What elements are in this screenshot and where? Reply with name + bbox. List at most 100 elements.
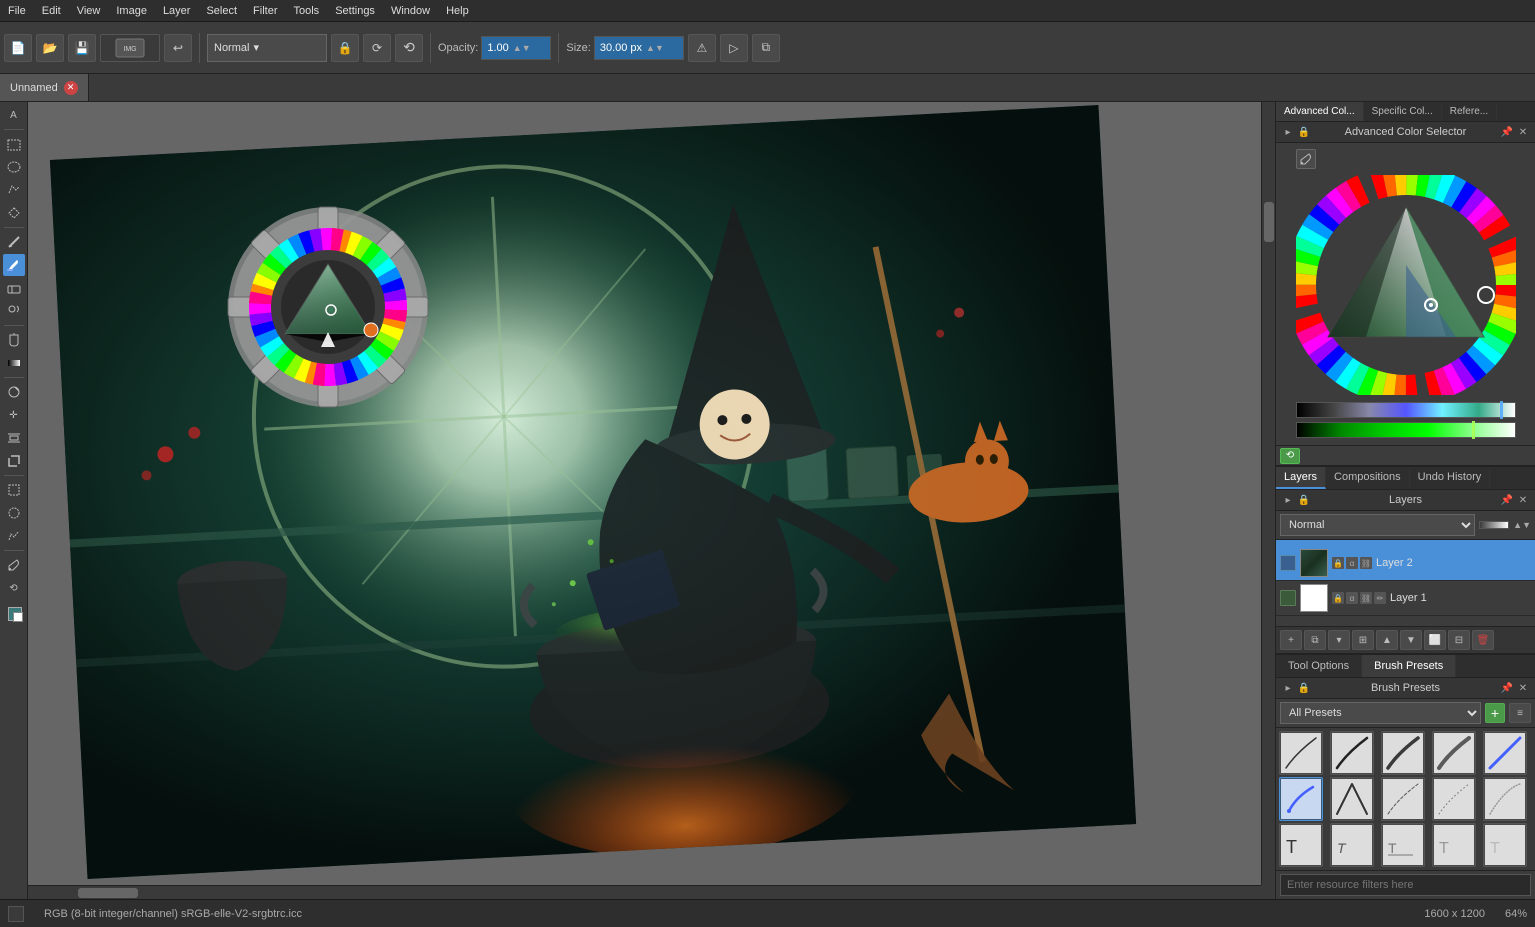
- tool-rect-select[interactable]: [3, 133, 25, 155]
- brush-item-6[interactable]: [1279, 777, 1323, 821]
- brush-item-8[interactable]: [1381, 777, 1425, 821]
- blend-mode-dropdown[interactable]: Normal ▾: [207, 34, 327, 62]
- menu-edit[interactable]: Edit: [34, 3, 69, 19]
- size-input[interactable]: 30.00 px ▲▼: [594, 36, 684, 60]
- export-button[interactable]: IMG: [100, 34, 160, 62]
- menu-help[interactable]: Help: [438, 3, 477, 19]
- tool-ellipse-select3[interactable]: [3, 502, 25, 524]
- tool-eyedropper[interactable]: [3, 554, 25, 576]
- menu-image[interactable]: Image: [108, 3, 155, 19]
- color-refresh-button[interactable]: ⟲: [1280, 448, 1300, 464]
- brush-panel-lock[interactable]: 🔒: [1296, 680, 1312, 696]
- tab-compositions[interactable]: Compositions: [1326, 467, 1410, 489]
- tool-rect-select3[interactable]: [3, 479, 25, 501]
- color-wheel-widget[interactable]: [1296, 175, 1516, 395]
- color-green-bar[interactable]: [1296, 422, 1516, 438]
- brush-item-1[interactable]: [1279, 731, 1323, 775]
- tool-ellipse-select[interactable]: [3, 156, 25, 178]
- opacity-input[interactable]: 1.00 ▲▼: [481, 36, 551, 60]
- brush-item-9[interactable]: [1432, 777, 1476, 821]
- horizontal-scrollbar[interactable]: [28, 885, 1261, 899]
- tab-advanced-color[interactable]: Advanced Col...: [1276, 102, 1364, 121]
- tool-align[interactable]: [3, 427, 25, 449]
- merge-layers-button[interactable]: ⊞: [1352, 630, 1374, 650]
- layer-visibility-icon[interactable]: [1280, 555, 1296, 571]
- layer-1-alpha-icon[interactable]: α: [1346, 592, 1358, 604]
- layers-opacity-slider[interactable]: [1479, 521, 1509, 529]
- brush-panel-close[interactable]: ✕: [1515, 680, 1531, 696]
- move-layer-down-button[interactable]: ▼: [1400, 630, 1422, 650]
- brush-link[interactable]: ▷: [720, 34, 748, 62]
- add-brush-button[interactable]: +: [1485, 703, 1505, 723]
- tool-brush[interactable]: [3, 254, 25, 276]
- add-layer-copy-button[interactable]: ⧉: [1304, 630, 1326, 650]
- brush-item-2[interactable]: [1330, 731, 1374, 775]
- save-file-button[interactable]: 💾: [68, 34, 96, 62]
- menu-layer[interactable]: Layer: [155, 3, 199, 19]
- move-layer-up-button[interactable]: ▲: [1376, 630, 1398, 650]
- layer-chain-icon[interactable]: ⛓: [1360, 557, 1372, 569]
- layer-mask-button[interactable]: ⬜: [1424, 630, 1446, 650]
- lock-button[interactable]: 🔒: [331, 34, 359, 62]
- layer-item-1[interactable]: 🔒 α ⛓ ✏ Layer 1: [1276, 581, 1535, 616]
- document-tab-unnamed[interactable]: Unnamed ✕: [0, 74, 89, 101]
- layer-1-lock-icon[interactable]: 🔒: [1332, 592, 1344, 604]
- brush-menu-button[interactable]: ≡: [1509, 703, 1531, 723]
- layer-1-chain-icon[interactable]: ⛓: [1360, 592, 1372, 604]
- background-color[interactable]: [13, 612, 23, 622]
- layers-blend-dropdown[interactable]: Normal Multiply Screen Overlay: [1280, 514, 1475, 536]
- add-layer-button[interactable]: +: [1280, 630, 1302, 650]
- tool-bucket[interactable]: [3, 329, 25, 351]
- tool-pencil[interactable]: [3, 231, 25, 253]
- tool-eraser[interactable]: [3, 277, 25, 299]
- opacity-stepper[interactable]: ▲▼: [513, 43, 531, 53]
- tool-gradient[interactable]: [3, 352, 25, 374]
- menu-select[interactable]: Select: [198, 3, 245, 19]
- menu-window[interactable]: Window: [383, 3, 438, 19]
- tab-close-button[interactable]: ✕: [64, 81, 78, 95]
- undo-button[interactable]: ↩: [164, 34, 192, 62]
- opacity-stepper-arrows[interactable]: ▲▼: [1513, 520, 1531, 530]
- vertical-scrollbar[interactable]: [1261, 102, 1275, 885]
- layers-panel-lock[interactable]: 🔒: [1296, 492, 1312, 508]
- layers-panel-close[interactable]: ✕: [1515, 492, 1531, 508]
- reset-button[interactable]: ⟳: [363, 34, 391, 62]
- brush-item-10[interactable]: [1483, 777, 1527, 821]
- brush-panel-pin[interactable]: 📌: [1499, 680, 1515, 696]
- layers-panel-arrow[interactable]: ▸: [1280, 492, 1296, 508]
- brush-item-4[interactable]: [1432, 731, 1476, 775]
- tool-transform[interactable]: ⟲: [3, 577, 25, 599]
- color-panel-close[interactable]: ✕: [1515, 124, 1531, 140]
- sync-button[interactable]: ⟲: [395, 34, 423, 62]
- layer-1-visibility-icon[interactable]: [1280, 590, 1296, 606]
- new-file-button[interactable]: 📄: [4, 34, 32, 62]
- tab-brush-presets[interactable]: Brush Presets: [1362, 655, 1456, 677]
- color-wheel-popup[interactable]: [223, 202, 433, 412]
- brush-item-5[interactable]: [1483, 731, 1527, 775]
- color-panel-pin[interactable]: 📌: [1499, 124, 1515, 140]
- tab-reference[interactable]: Refere...: [1442, 102, 1497, 121]
- layer-menu-button[interactable]: ▾: [1328, 630, 1350, 650]
- color-gradient-bar[interactable]: [1296, 402, 1516, 418]
- brush-item-7[interactable]: [1330, 777, 1374, 821]
- brush-search-input[interactable]: [1280, 874, 1531, 896]
- delete-layer-button[interactable]: 🗑: [1472, 630, 1494, 650]
- layer-item-2[interactable]: 🔒 α ⛓ Layer 2: [1276, 546, 1535, 581]
- menu-view[interactable]: View: [69, 3, 109, 19]
- tool-text[interactable]: A: [3, 104, 25, 126]
- menu-file[interactable]: File: [0, 3, 34, 19]
- tool-clone[interactable]: [3, 300, 25, 322]
- tool-dodge[interactable]: [3, 381, 25, 403]
- tool-crop[interactable]: [3, 450, 25, 472]
- flatten-button[interactable]: ⊟: [1448, 630, 1470, 650]
- tab-undo-history[interactable]: Undo History: [1410, 467, 1491, 489]
- color-panel-lock[interactable]: 🔒: [1296, 124, 1312, 140]
- tool-move[interactable]: ✛: [3, 404, 25, 426]
- tab-tool-options[interactable]: Tool Options: [1276, 655, 1362, 677]
- brush-size-lock[interactable]: ⚠: [688, 34, 716, 62]
- size-stepper[interactable]: ▲▼: [646, 43, 664, 53]
- canvas-area[interactable]: [28, 102, 1261, 885]
- brush-item-11[interactable]: T: [1279, 823, 1323, 867]
- brush-panel-arrow[interactable]: ▸: [1280, 680, 1296, 696]
- menu-filter[interactable]: Filter: [245, 3, 285, 19]
